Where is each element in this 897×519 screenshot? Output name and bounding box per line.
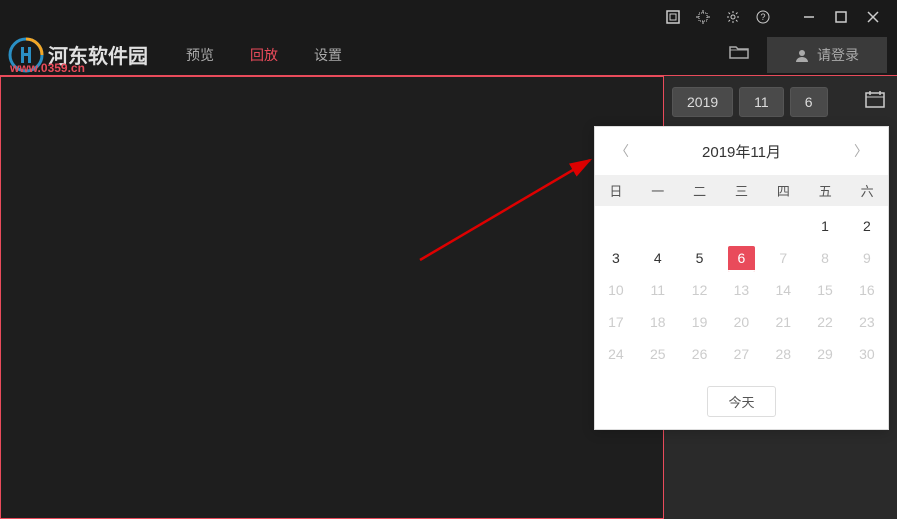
calendar-popup: 〈 2019年11月 〉 日一二三四五六 .....12345678910111… bbox=[594, 126, 889, 430]
calendar-day: 24 bbox=[595, 338, 637, 370]
tab-1[interactable]: 回放 bbox=[232, 35, 296, 75]
help-icon[interactable]: ? bbox=[749, 3, 777, 31]
calendar-icon[interactable] bbox=[861, 86, 889, 117]
calendar-day: 18 bbox=[637, 306, 679, 338]
calendar-day: 20 bbox=[720, 306, 762, 338]
calendar-day: 19 bbox=[679, 306, 721, 338]
calendar-day: 29 bbox=[804, 338, 846, 370]
calendar-day: 17 bbox=[595, 306, 637, 338]
logo: 河东软件园 www.0359.cn bbox=[0, 37, 156, 73]
calendar-title: 2019年11月 bbox=[702, 141, 781, 162]
calendar-day: 9 bbox=[846, 242, 888, 274]
prev-month-button[interactable]: 〈 bbox=[609, 139, 635, 163]
svg-text:?: ? bbox=[760, 12, 765, 22]
calendar-day: 22 bbox=[804, 306, 846, 338]
weekday-header: 一 bbox=[637, 175, 679, 206]
screenshot-icon[interactable] bbox=[659, 3, 687, 31]
weekday-header: 二 bbox=[679, 175, 721, 206]
tab-2[interactable]: 设置 bbox=[296, 35, 360, 75]
calendar-day[interactable]: 5 bbox=[679, 242, 721, 274]
calendar-day: 23 bbox=[846, 306, 888, 338]
calendar-day: 16 bbox=[846, 274, 888, 306]
calendar-day: 10 bbox=[595, 274, 637, 306]
calendar-day: 30 bbox=[846, 338, 888, 370]
calendar-day: 25 bbox=[637, 338, 679, 370]
weekday-header: 六 bbox=[846, 175, 888, 206]
calendar-day[interactable]: 1 bbox=[804, 210, 846, 242]
video-panel bbox=[0, 76, 664, 519]
weekday-header: 三 bbox=[721, 175, 763, 206]
today-button[interactable]: 今天 bbox=[707, 386, 775, 417]
calendar-day: 14 bbox=[762, 274, 804, 306]
close-button[interactable] bbox=[857, 3, 889, 31]
folder-icon[interactable] bbox=[723, 38, 755, 71]
calendar-day: 12 bbox=[679, 274, 721, 306]
user-icon bbox=[795, 48, 809, 62]
weekday-header: 日 bbox=[595, 175, 637, 206]
login-button[interactable]: 请登录 bbox=[767, 37, 887, 73]
login-label: 请登录 bbox=[817, 45, 859, 65]
calendar-day: 28 bbox=[762, 338, 804, 370]
calendar-day: 26 bbox=[679, 338, 721, 370]
day-selector[interactable]: 6 bbox=[790, 87, 828, 117]
cpu-icon[interactable] bbox=[689, 3, 717, 31]
calendar-day: 21 bbox=[762, 306, 804, 338]
next-month-button[interactable]: 〉 bbox=[848, 139, 874, 163]
calendar-day: 27 bbox=[720, 338, 762, 370]
gear-icon[interactable] bbox=[719, 3, 747, 31]
maximize-button[interactable] bbox=[825, 3, 857, 31]
tab-0[interactable]: 预览 bbox=[168, 35, 232, 75]
month-selector[interactable]: 11 bbox=[739, 87, 784, 117]
calendar-day: 7 bbox=[762, 242, 804, 274]
minimize-button[interactable] bbox=[793, 3, 825, 31]
calendar-day[interactable]: 3 bbox=[595, 242, 637, 274]
calendar-day: 11 bbox=[637, 274, 679, 306]
weekday-header: 四 bbox=[762, 175, 804, 206]
calendar-day[interactable]: 4 bbox=[637, 242, 679, 274]
calendar-day: 13 bbox=[720, 274, 762, 306]
weekday-header: 五 bbox=[804, 175, 846, 206]
calendar-day[interactable]: 2 bbox=[846, 210, 888, 242]
year-selector[interactable]: 2019 bbox=[672, 87, 733, 117]
calendar-day: 15 bbox=[804, 274, 846, 306]
calendar-day[interactable]: 6 bbox=[720, 242, 762, 274]
watermark: www.0359.cn bbox=[10, 61, 85, 75]
date-selector: 2019 11 6 bbox=[666, 78, 895, 125]
calendar-day: 8 bbox=[804, 242, 846, 274]
